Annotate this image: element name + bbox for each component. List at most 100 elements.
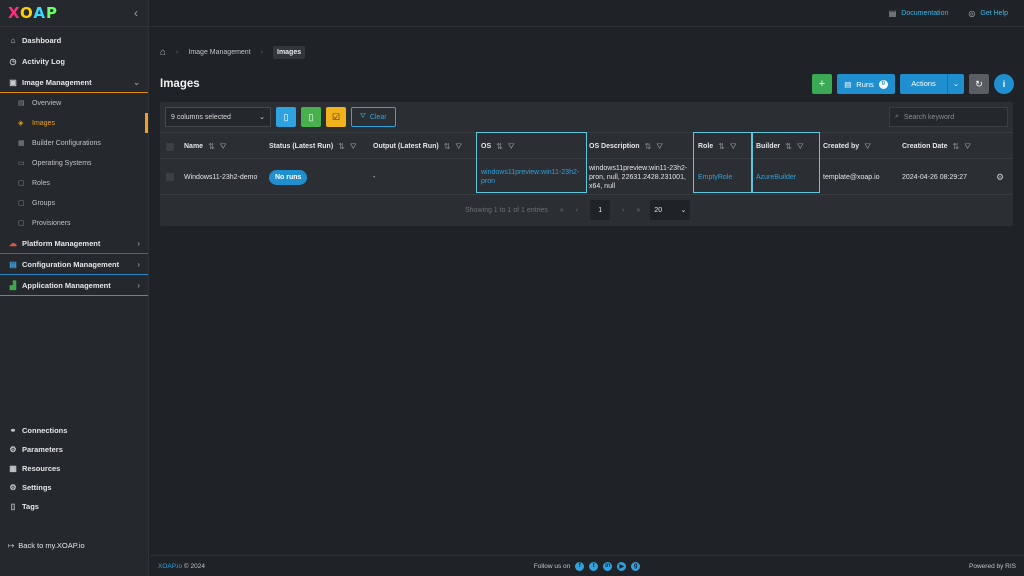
actions-dropdown[interactable]: Actions ⌄ xyxy=(900,74,964,94)
filter-icon[interactable]: ⛛ xyxy=(455,142,462,152)
sidebar-item-images[interactable]: ◈ Images xyxy=(0,113,148,133)
documentation-link[interactable]: ▤ Documentation xyxy=(889,9,949,18)
header-role[interactable]: Role ⇅ ⛛ xyxy=(698,133,737,160)
runs-count-badge: 0 xyxy=(878,79,888,89)
facebook-icon[interactable]: f xyxy=(575,561,585,571)
xoap-logo[interactable]: XOAP xyxy=(8,4,58,22)
sort-icon[interactable]: ⇅ xyxy=(444,142,451,151)
page-size-select[interactable]: 20 ⌄ xyxy=(650,200,691,220)
back-link[interactable]: ↦ Back to my.XOAP.io xyxy=(8,541,85,550)
filter-icon[interactable]: ⛛ xyxy=(964,142,971,152)
table-header: Name ⇅ ⛛ Status (Latest Run) ⇅ ⛛ Output (Lat… xyxy=(160,132,1013,159)
table-tools: 9 columns selected ⌄ ▯ ▯ ☑ ⛛ Clear xyxy=(165,107,396,127)
header-status[interactable]: Status (Latest Run) ⇅ ⛛ xyxy=(269,133,357,160)
next-page-icon[interactable]: › xyxy=(622,207,624,214)
header-os-description[interactable]: OS Description ⇅ ⛛ xyxy=(589,133,663,160)
excel-icon: ▯ xyxy=(308,111,314,122)
sort-icon[interactable]: ⇅ xyxy=(645,142,652,151)
gear-icon: ⚙ xyxy=(9,483,17,492)
refresh-button[interactable]: ↻ xyxy=(969,74,989,94)
cell-role-link[interactable]: EmptyRole xyxy=(698,159,732,195)
filter-icon[interactable]: ⛛ xyxy=(730,142,737,152)
runs-button[interactable]: ▤ Runs 0 xyxy=(837,74,895,94)
header-output[interactable]: Output (Latest Run) ⇅ ⛛ xyxy=(373,133,462,160)
cell-os-link[interactable]: windows11preview:win11-23h2-pron xyxy=(481,159,581,195)
sort-icon[interactable]: ⇅ xyxy=(338,142,345,151)
sidebar-item-operating-systems[interactable]: ▭ Operating Systems xyxy=(0,153,148,173)
tag-icon: ▯ xyxy=(10,502,16,511)
sidebar-item-connections[interactable]: ⚭ Connections xyxy=(0,421,149,440)
breadcrumb-current: Images xyxy=(273,46,306,59)
table-row[interactable]: Windows11-23h2-demo No runs - windows11p… xyxy=(160,159,1013,195)
export-excel-button[interactable]: ▯ xyxy=(301,107,321,127)
sidebar-item-provisioners[interactable]: ▢ Provisioners xyxy=(0,213,148,233)
sidebar-item-image-management[interactable]: ▣ Image Management ⌄ xyxy=(0,72,148,93)
sidebar-item-roles[interactable]: ▢ Roles xyxy=(0,173,148,193)
cell-created-by: template@xoap.io xyxy=(823,173,880,181)
row-settings-gear-icon[interactable]: ⚙ xyxy=(996,159,1004,195)
breadcrumb-image-management[interactable]: Image Management xyxy=(188,49,250,56)
header-os[interactable]: OS ⇅ ⛛ xyxy=(481,133,515,160)
cell-builder-link[interactable]: AzureBuilder xyxy=(756,159,796,195)
sidebar-item-resources[interactable]: ▦ Resources xyxy=(0,459,149,478)
header-builder[interactable]: Builder ⇅ ⛛ xyxy=(756,133,804,160)
sort-icon[interactable]: ⇅ xyxy=(718,142,725,151)
export-csv-button[interactable]: ▯ xyxy=(276,107,296,127)
filter-icon[interactable]: ⛛ xyxy=(350,142,357,152)
column-selector[interactable]: 9 columns selected ⌄ xyxy=(165,107,271,127)
cell-status: No runs xyxy=(269,159,308,195)
sidebar-item-overview[interactable]: ▤ Overview xyxy=(0,93,148,113)
cell-name[interactable]: Windows11-23h2-demo xyxy=(184,159,257,195)
sidebar-item-settings[interactable]: ⚙ Settings xyxy=(0,478,149,497)
page-title: Images xyxy=(160,78,200,90)
cell-output: - xyxy=(373,173,376,181)
filter-icon[interactable]: ⛛ xyxy=(797,142,804,152)
chevron-down-icon: ⌄ xyxy=(259,114,265,121)
sidebar-item-groups[interactable]: ▢ Groups xyxy=(0,193,148,213)
page-number-button[interactable]: 1 xyxy=(590,200,611,220)
clear-filters-button[interactable]: ⛛ Clear xyxy=(351,107,396,127)
sort-icon[interactable]: ⇅ xyxy=(953,142,960,151)
sidebar-item-application-management[interactable]: ▟ Application Management › xyxy=(0,275,148,296)
search-field[interactable]: ⌕ Search keyword xyxy=(889,107,1008,127)
filter-icon[interactable]: ⛛ xyxy=(508,142,515,152)
header-name[interactable]: Name ⇅ ⛛ xyxy=(184,133,227,160)
chevron-right-icon: › xyxy=(137,259,140,269)
linkedin-icon[interactable]: in xyxy=(603,561,613,571)
pagination-info: Showing 1 to 1 of 1 entries xyxy=(465,206,548,214)
provisioners-icon: ▢ xyxy=(18,220,25,227)
sidebar-item-parameters[interactable]: ⚙ Parameters xyxy=(0,440,149,459)
home-icon[interactable]: ⌂ xyxy=(160,47,166,58)
sidebar-item-activity-log[interactable]: ◷ Activity Log xyxy=(0,51,148,72)
footer: XOAP.io © 2024 Follow us on f t in ▶ g P… xyxy=(150,555,1024,576)
add-button[interactable]: + xyxy=(812,74,832,94)
sidebar-item-configuration-management[interactable]: ▤ Configuration Management › xyxy=(0,254,148,275)
get-help-link[interactable]: ◎ Get Help xyxy=(968,9,1008,18)
last-page-icon[interactable]: » xyxy=(636,207,640,214)
select-button[interactable]: ☑ xyxy=(326,107,346,127)
collapse-sidebar-icon[interactable]: ‹ xyxy=(134,6,138,20)
sidebar-item-dashboard[interactable]: ⌂ Dashboard xyxy=(0,30,148,51)
select-all-checkbox[interactable] xyxy=(166,133,174,160)
filter-icon[interactable]: ⛛ xyxy=(220,142,227,152)
info-button[interactable]: i xyxy=(994,74,1014,94)
youtube-icon[interactable]: ▶ xyxy=(617,561,627,571)
row-checkbox[interactable] xyxy=(166,159,174,195)
filter-icon[interactable]: ⛛ xyxy=(656,142,663,152)
sidebar-item-builder-configurations[interactable]: ▦ Builder Configurations xyxy=(0,133,148,153)
xoap-link[interactable]: XOAP.io xyxy=(158,563,182,570)
github-icon[interactable]: g xyxy=(631,561,641,571)
prev-page-icon[interactable]: ‹ xyxy=(576,207,578,214)
sidebar-item-tags[interactable]: ▯ Tags xyxy=(0,497,149,516)
header-created-by[interactable]: Created by ⛛ xyxy=(823,133,871,160)
sort-icon[interactable]: ⇅ xyxy=(496,142,503,151)
twitter-icon[interactable]: t xyxy=(589,561,599,571)
sort-icon[interactable]: ⇅ xyxy=(208,142,215,151)
first-page-icon[interactable]: « xyxy=(560,207,564,214)
sort-icon[interactable]: ⇅ xyxy=(785,142,792,151)
copyright: XOAP.io © 2024 xyxy=(158,562,205,570)
sidebar-item-platform-management[interactable]: ☁ Platform Management › xyxy=(0,233,148,254)
filter-icon[interactable]: ⛛ xyxy=(864,142,871,152)
header-creation-date[interactable]: Creation Date ⇅ ⛛ xyxy=(902,133,971,160)
chart-icon: ▟ xyxy=(9,280,17,290)
